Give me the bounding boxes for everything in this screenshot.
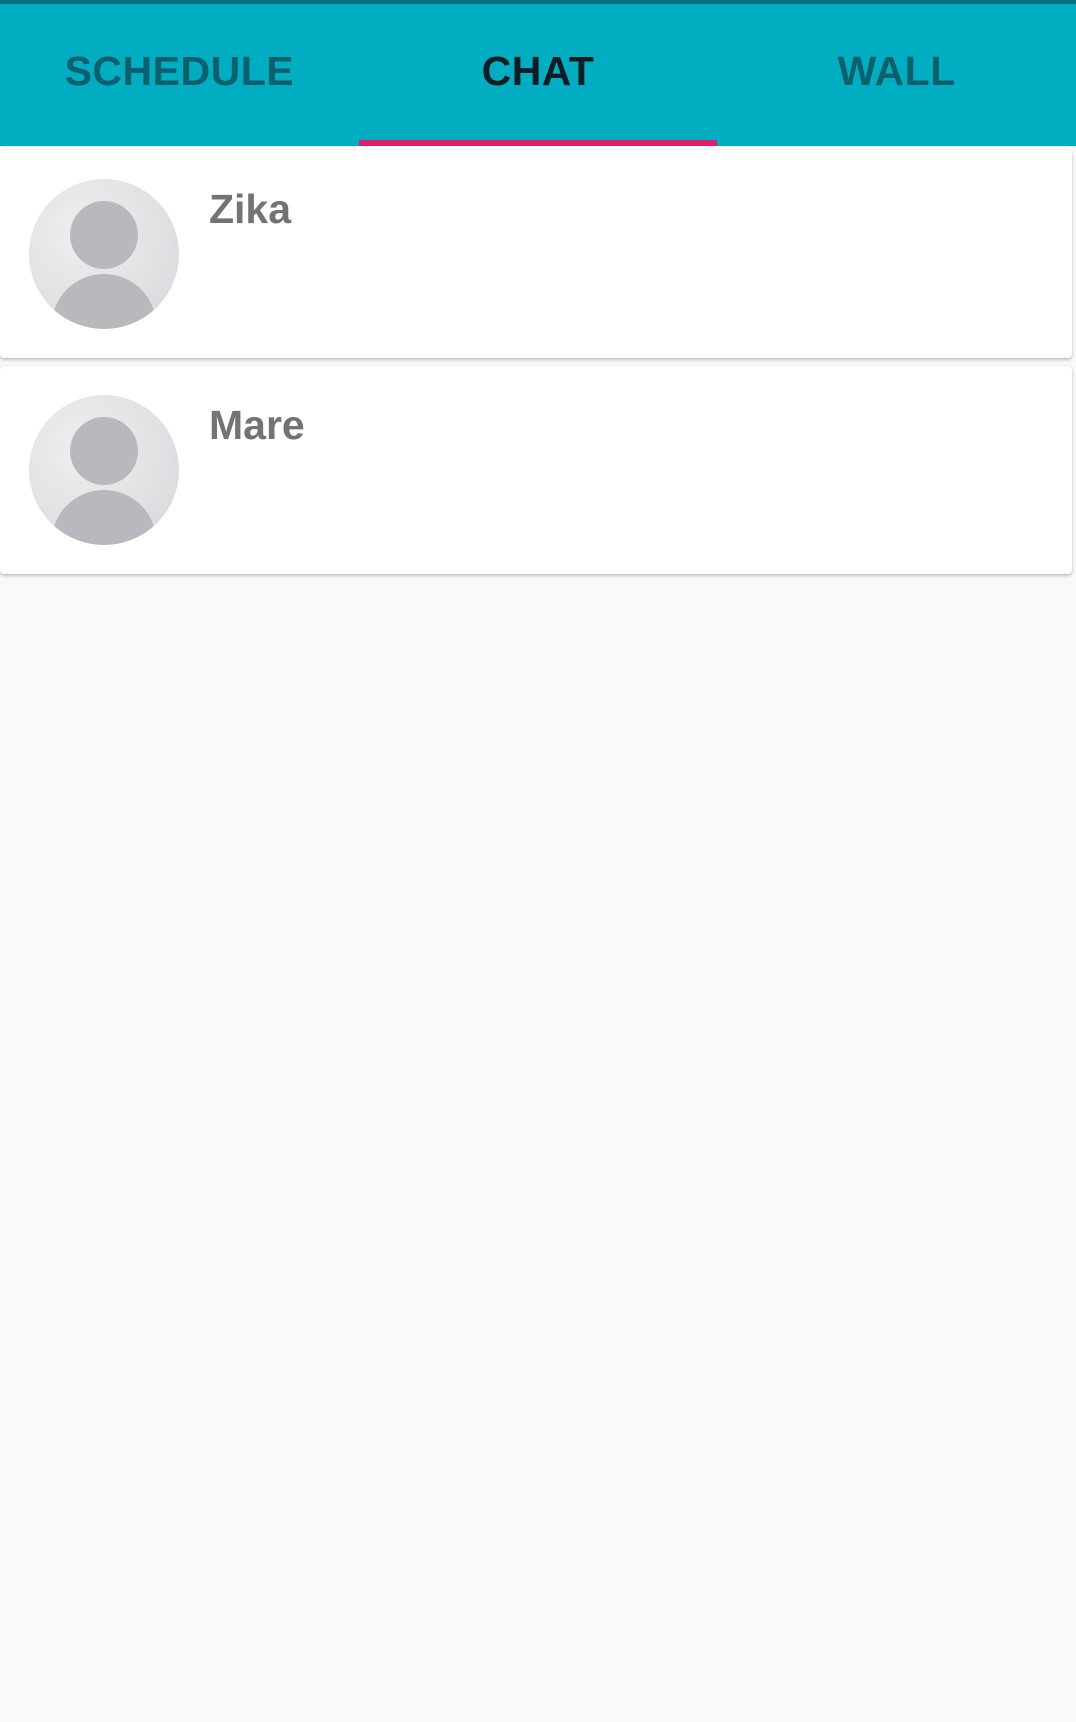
tab-schedule-label: SCHEDULE xyxy=(64,47,295,94)
tab-selected-indicator xyxy=(358,140,718,146)
chat-contact-name: Zika xyxy=(209,186,292,232)
tab-wall-label: WALL xyxy=(837,47,956,94)
tab-chat-label: CHAT xyxy=(481,47,595,94)
default-user-avatar-icon xyxy=(29,395,179,545)
tab-chat[interactable]: CHAT xyxy=(358,4,718,146)
default-user-avatar-icon xyxy=(29,179,179,329)
chat-list: Zika Mare xyxy=(0,150,1072,582)
chat-list-item[interactable]: Zika xyxy=(0,150,1072,358)
person-silhouette-icon xyxy=(52,201,156,329)
chat-contact-name: Mare xyxy=(209,402,305,448)
tab-schedule[interactable]: SCHEDULE xyxy=(0,4,359,146)
chat-list-item[interactable]: Mare xyxy=(0,366,1072,574)
tab-wall[interactable]: WALL xyxy=(717,4,1076,146)
person-silhouette-icon xyxy=(52,417,156,545)
tab-bar: SCHEDULE CHAT WALL xyxy=(0,0,1076,146)
